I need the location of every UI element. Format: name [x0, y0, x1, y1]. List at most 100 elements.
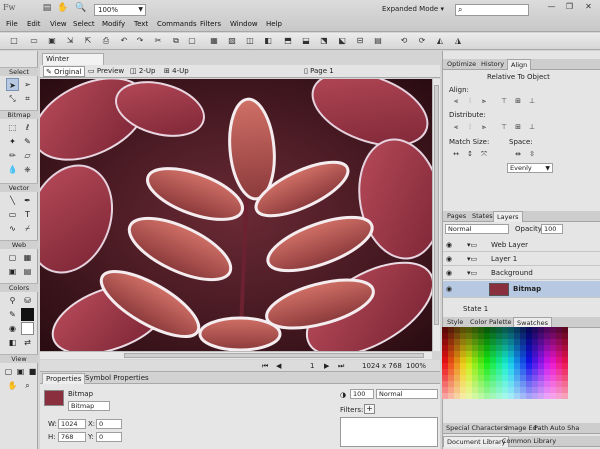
distribute-left-icon[interactable]: ⫷ [451, 123, 461, 132]
menu-filters[interactable]: Filters [200, 20, 221, 28]
subselect-tool-icon[interactable]: ➢ [21, 78, 34, 91]
align-center-h-icon[interactable]: ⫶ [465, 97, 475, 106]
space-horizontal-icon[interactable]: ⇹ [513, 150, 523, 159]
eye-icon[interactable]: ◉ [446, 267, 452, 280]
eyedropper-tool-icon[interactable]: ⚲ [6, 294, 19, 307]
layer-row-web-layer[interactable]: ◉ ▾▭ Web Layer [443, 239, 600, 252]
join-icon[interactable]: ◫ [244, 35, 256, 47]
cut-icon[interactable]: ✂ [152, 35, 164, 47]
rotate-right-icon[interactable]: ⟳ [416, 35, 428, 47]
blend-mode-select[interactable]: Normal [376, 389, 438, 399]
swatch-cell[interactable] [562, 393, 568, 399]
page-selector[interactable]: ▯ Page 1 [302, 66, 336, 77]
send-back-icon[interactable]: ⬕ [336, 35, 348, 47]
tab-states[interactable]: States [469, 211, 496, 222]
space-mode-select[interactable]: Evenly ▼ [507, 163, 553, 173]
open-file-icon[interactable]: ▭ [28, 35, 40, 47]
swatches-grid[interactable] [442, 327, 576, 415]
distribute-center-h-icon[interactable]: ⫶ [465, 123, 475, 132]
text-tool-icon[interactable]: T [21, 208, 34, 221]
print-icon[interactable]: ⎙ [100, 35, 112, 47]
minimize-icon[interactable]: — [545, 2, 558, 14]
menu-edit[interactable]: Edit [27, 20, 41, 28]
tab-auto-shape[interactable]: Auto Sha [547, 423, 582, 434]
magic-wand-tool-icon[interactable]: ✦ [6, 135, 19, 148]
hand-tool-icon[interactable]: ✋ [6, 379, 19, 392]
undo-icon[interactable]: ↶ [118, 35, 130, 47]
document-zoom[interactable]: 100% [406, 360, 426, 372]
ungroup-icon[interactable]: ▧ [226, 35, 238, 47]
distribute-bottom-icon[interactable]: ⊥ [527, 123, 537, 132]
vertical-scrollbar[interactable] [432, 79, 440, 351]
brush-tool-icon[interactable]: ✎ [21, 135, 34, 148]
restore-icon[interactable]: ❐ [563, 2, 576, 14]
tab-symbol-properties[interactable]: Symbol Properties [82, 373, 152, 384]
tab-preview[interactable]: ▭ Preview [86, 66, 126, 77]
align-left-icon[interactable]: ⫷ [451, 97, 461, 106]
stroke-color-icon[interactable]: ✎ [6, 308, 19, 321]
redo-icon[interactable]: ↷ [134, 35, 146, 47]
scale-tool-icon[interactable]: ⤡ [6, 92, 19, 105]
bring-front-icon[interactable]: ⬒ [282, 35, 294, 47]
distribute-icon[interactable]: ▤ [372, 35, 384, 47]
workspace-switcher[interactable]: Expanded Mode ▾ [382, 5, 446, 13]
first-page-icon[interactable]: ⏮ [262, 360, 268, 372]
layer-row-layer-1[interactable]: ◉ ▾▭ Layer 1 [443, 253, 600, 266]
align-right-icon[interactable]: ⫸ [479, 97, 489, 106]
freeform-tool-icon[interactable]: ∿ [6, 222, 19, 235]
align-bottom-icon[interactable]: ⊥ [527, 97, 537, 106]
flip-vertical-icon[interactable]: ◮ [452, 35, 464, 47]
pencil-tool-icon[interactable]: ✏ [6, 149, 19, 162]
menu-view[interactable]: View [50, 20, 67, 28]
add-filter-button[interactable]: + [364, 404, 375, 414]
copy-icon[interactable]: ⧉ [170, 35, 182, 47]
paste-icon[interactable]: ▢ [186, 35, 198, 47]
swap-colors-icon[interactable]: ⇄ [21, 336, 34, 349]
full-screen-icon[interactable]: ■ [26, 365, 39, 378]
layer-row-background[interactable]: ◉ ▾▭ Background [443, 267, 600, 280]
distribute-right-icon[interactable]: ⫸ [479, 123, 489, 132]
hide-slices-icon[interactable]: ▣ [6, 265, 19, 278]
space-vertical-icon[interactable]: ⇳ [527, 150, 537, 159]
prev-page-icon[interactable]: ◀ [276, 360, 281, 372]
fill-color-swatch[interactable] [21, 322, 34, 335]
y-field[interactable]: 0 [96, 432, 122, 442]
eye-icon[interactable]: ◉ [446, 239, 452, 252]
align-dropdown-icon[interactable]: ⊟ [354, 35, 366, 47]
tab-original[interactable]: ✎ Original [43, 66, 85, 77]
tab-pages[interactable]: Pages [444, 211, 469, 222]
tab-history[interactable]: History [478, 59, 507, 70]
align-center-v-icon[interactable]: ⊞ [513, 97, 523, 106]
rubber-stamp-tool-icon[interactable]: ⎈ [21, 163, 34, 176]
hotspot-tool-icon[interactable]: ▢ [6, 251, 19, 264]
tab-properties[interactable]: Properties [42, 373, 86, 384]
layer-opacity-field[interactable]: 100 [541, 224, 563, 234]
rectangle-tool-icon[interactable]: ▭ [6, 208, 19, 221]
tab-optimize[interactable]: Optimize [444, 59, 479, 70]
hand-icon[interactable]: ✋ [56, 3, 70, 16]
tab-special-characters[interactable]: Special Characters [443, 423, 510, 434]
paint-bucket-tool-icon[interactable]: ⛁ [21, 294, 34, 307]
pen-tool-icon[interactable]: ✒ [21, 194, 34, 207]
match-both-icon[interactable]: ⤧ [479, 150, 489, 159]
show-slices-icon[interactable]: ▤ [21, 265, 34, 278]
save-icon[interactable]: ▣ [46, 35, 58, 47]
flip-horizontal-icon[interactable]: ◭ [434, 35, 446, 47]
menu-file[interactable]: File [6, 20, 18, 28]
group-icon[interactable]: ▦ [208, 35, 220, 47]
x-field[interactable]: 0 [96, 419, 122, 429]
horizontal-scroll-thumb[interactable] [124, 353, 424, 358]
width-field[interactable]: 1024 [58, 419, 86, 429]
align-relative-to[interactable]: Relative To Object [487, 73, 550, 81]
bring-forward-icon[interactable]: ⬓ [300, 35, 312, 47]
distribute-center-v-icon[interactable]: ⊞ [513, 123, 523, 132]
blur-tool-icon[interactable]: 💧 [6, 163, 19, 176]
document-canvas[interactable] [40, 79, 432, 351]
new-file-icon[interactable]: □ [8, 35, 20, 47]
height-field[interactable]: 768 [58, 432, 86, 442]
tab-common-library[interactable]: Common Library [499, 436, 559, 447]
opacity-field[interactable]: 100 [350, 389, 374, 399]
document-tab[interactable]: Winter Leaves.jpg [42, 53, 104, 74]
tab-4up[interactable]: ⊞ 4-Up [162, 66, 191, 77]
tab-2up[interactable]: ◫ 2-Up [128, 66, 157, 77]
